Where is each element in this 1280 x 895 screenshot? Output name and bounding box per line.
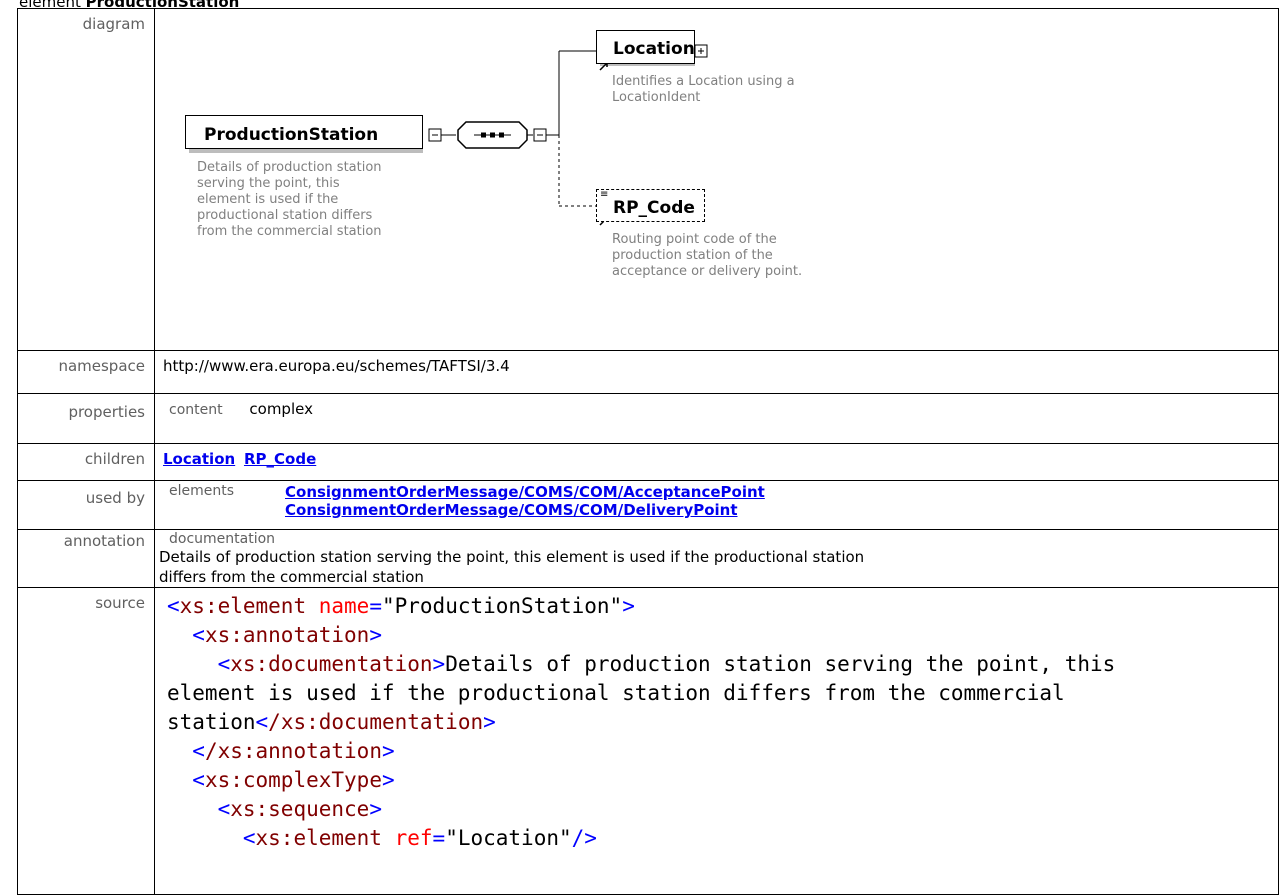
annotation-key: documentation bbox=[169, 531, 276, 547]
used-by-key: elements bbox=[169, 483, 235, 499]
simple-content-icon: ≡ bbox=[600, 189, 609, 200]
label-used-by: used by bbox=[17, 480, 155, 530]
label-annotation: annotation bbox=[17, 529, 155, 588]
diagram-root-desc: Details of production station serving th… bbox=[197, 160, 382, 239]
used-by-cell: elements ConsignmentOrderMessage/COMS/CO… bbox=[154, 480, 1279, 530]
diagram-root-label: ProductionStation bbox=[204, 125, 379, 145]
diagram-cell: ProductionStation Details of production … bbox=[154, 8, 1279, 351]
diagram-root-box: ProductionStation bbox=[185, 115, 423, 149]
label-properties: properties bbox=[17, 393, 155, 444]
label-diagram: diagram bbox=[17, 8, 155, 351]
child-link-rpcode[interactable]: RP_Code bbox=[244, 450, 316, 468]
diagram-rpcode-box[interactable]: RP_Code ≡ bbox=[596, 189, 705, 222]
row-properties: properties content complex bbox=[17, 393, 1279, 444]
row-annotation: annotation documentation Details of prod… bbox=[17, 529, 1279, 588]
properties-key: content bbox=[169, 402, 223, 418]
row-source: source <xs:element name="ProductionStati… bbox=[17, 587, 1279, 895]
label-namespace: namespace bbox=[17, 350, 155, 394]
diagram-location-desc: Identifies a Location using a LocationId… bbox=[612, 74, 795, 105]
annotation-text: Details of production station serving th… bbox=[159, 548, 865, 586]
diagram-rpcode-desc: Routing point code of the production sta… bbox=[612, 232, 803, 279]
annotation-cell: documentation Details of production stat… bbox=[154, 529, 1279, 588]
used-by-link-acceptance-point[interactable]: ConsignmentOrderMessage/COMS/COM/Accepta… bbox=[285, 483, 765, 501]
diagram-rpcode-label: RP_Code bbox=[613, 198, 695, 218]
row-diagram: diagram ProductionStation Details of pro… bbox=[17, 8, 1279, 351]
properties-value: complex bbox=[249, 400, 313, 418]
row-used-by: used by elements ConsignmentOrderMessage… bbox=[17, 480, 1279, 530]
namespace-value: http://www.era.europa.eu/schemes/TAFTSI/… bbox=[154, 350, 1279, 394]
used-by-link-delivery-point[interactable]: ConsignmentOrderMessage/COMS/COM/Deliver… bbox=[285, 501, 738, 519]
source-cell: <xs:element name="ProductionStation"> <x… bbox=[154, 587, 1279, 895]
child-link-location[interactable]: Location bbox=[163, 450, 235, 468]
properties-cell: content complex bbox=[154, 393, 1279, 444]
label-source: source bbox=[17, 587, 155, 895]
row-namespace: namespace http://www.era.europa.eu/schem… bbox=[17, 350, 1279, 394]
row-children: children Location RP_Code bbox=[17, 443, 1279, 481]
children-cell: Location RP_Code bbox=[154, 443, 1279, 481]
element-properties-table: diagram ProductionStation Details of pro… bbox=[17, 8, 1279, 895]
diagram-location-label: Location bbox=[613, 39, 695, 59]
diagram-location-box[interactable]: Location bbox=[596, 30, 695, 64]
label-children: children bbox=[17, 443, 155, 481]
source-code: <xs:element name="ProductionStation"> <x… bbox=[167, 594, 1116, 850]
schema-diagram: ProductionStation Details of production … bbox=[155, 9, 1278, 350]
